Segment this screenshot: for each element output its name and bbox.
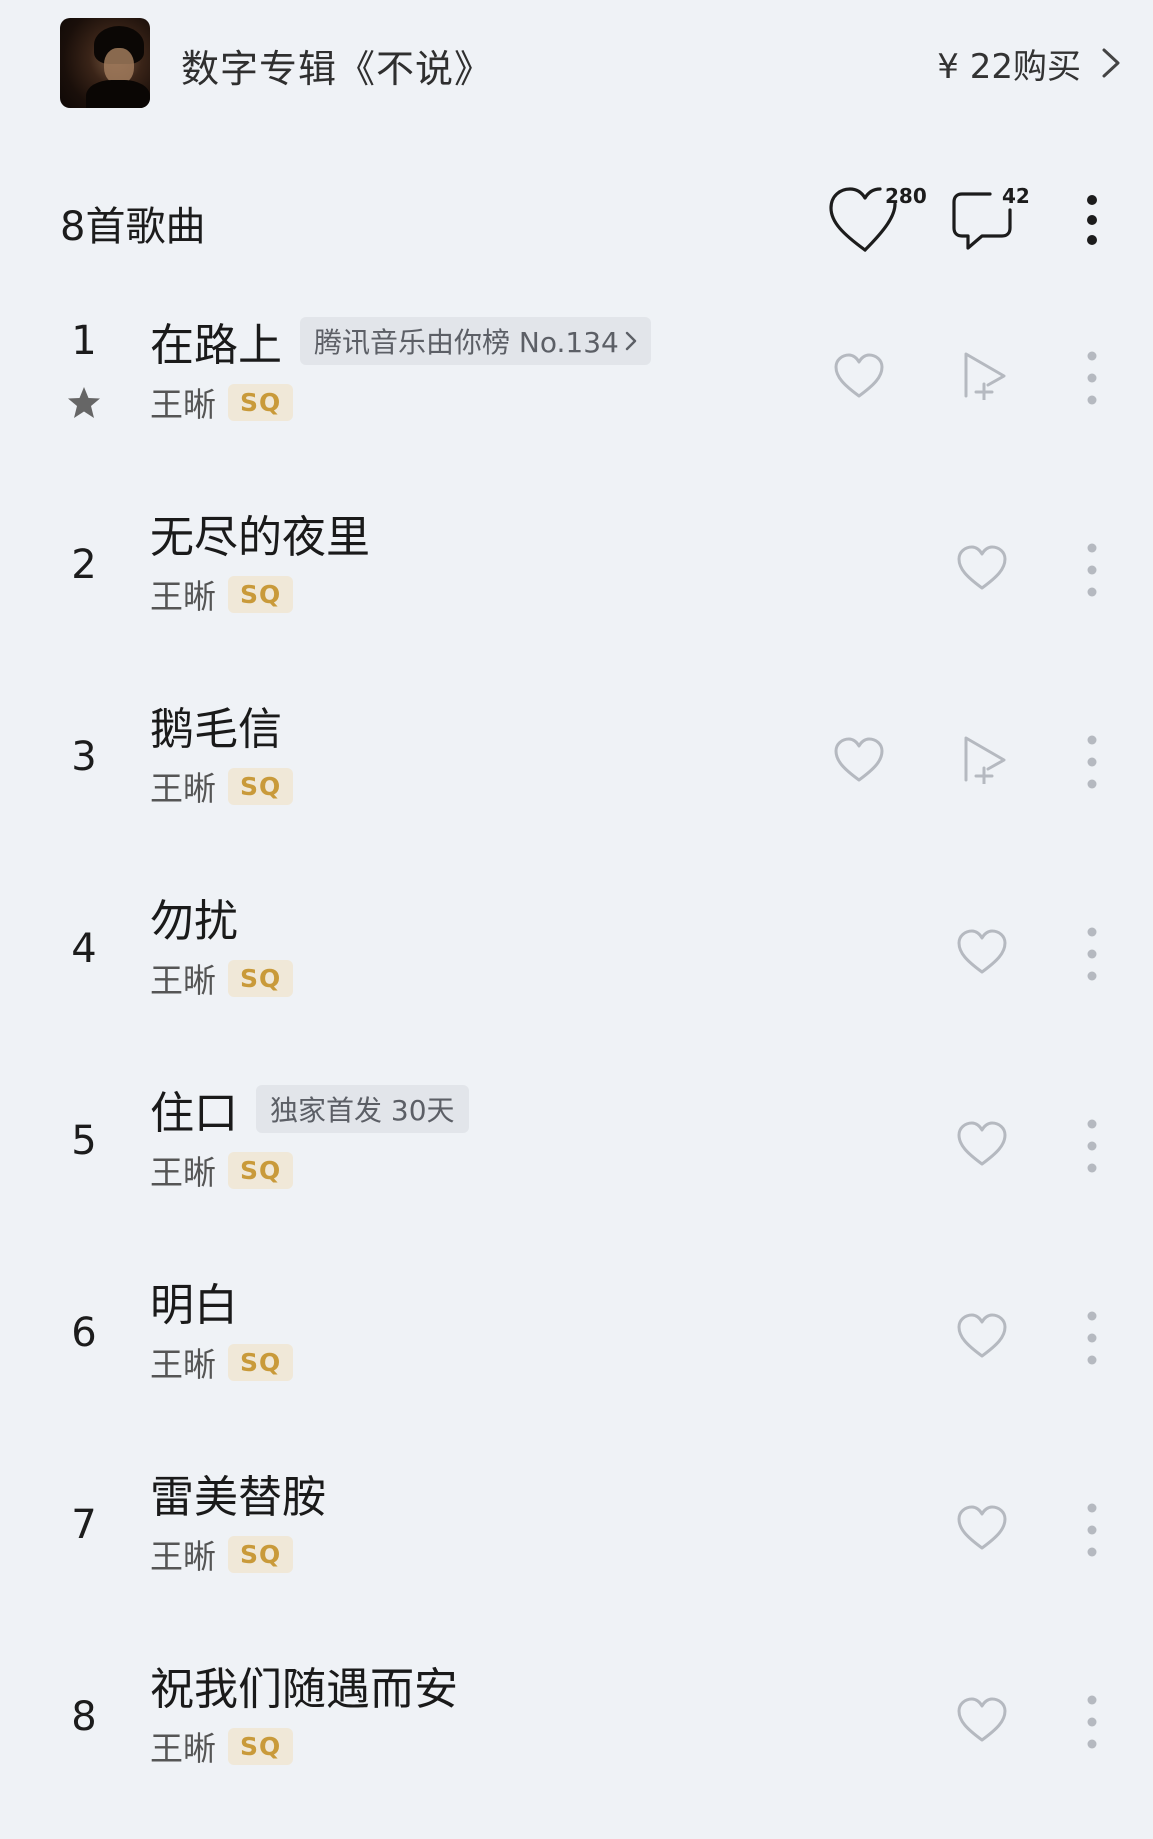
artist-name[interactable]: 王晰 bbox=[150, 378, 216, 426]
more-vertical-icon bbox=[1087, 1119, 1097, 1173]
heart-icon bbox=[834, 353, 884, 398]
like-song-button[interactable] bbox=[955, 1504, 1009, 1552]
song-count: 8首歌曲 bbox=[60, 204, 206, 250]
cover-figure-face bbox=[104, 48, 134, 84]
heart-icon bbox=[957, 545, 1007, 590]
sq-quality-badge: SQ bbox=[228, 1727, 294, 1765]
comments-button[interactable]: 42 bbox=[950, 184, 1030, 256]
sq-quality-badge: SQ bbox=[228, 1535, 294, 1573]
track-number: 4 bbox=[71, 926, 97, 972]
more-vertical-icon bbox=[1087, 1695, 1097, 1749]
track-number: 5 bbox=[71, 1118, 97, 1164]
song-more-options-button[interactable] bbox=[1082, 1694, 1102, 1750]
sq-quality-badge: SQ bbox=[228, 1343, 294, 1381]
song-row[interactable]: 1 在路上 腾讯音乐由你榜 No.134 王晰 SQ bbox=[0, 300, 1153, 460]
heart-icon bbox=[957, 1121, 1007, 1166]
track-number: 7 bbox=[71, 1502, 97, 1548]
song-tag-label: 独家首发 30天 bbox=[270, 1094, 455, 1127]
favorites-count: 280 bbox=[885, 184, 927, 208]
sq-quality-badge: SQ bbox=[228, 575, 294, 613]
more-vertical-icon bbox=[1087, 543, 1097, 597]
sq-quality-badge: SQ bbox=[228, 383, 294, 421]
more-vertical-icon bbox=[1087, 735, 1097, 789]
song-title: 勿扰 bbox=[150, 896, 238, 947]
like-song-button[interactable] bbox=[955, 1312, 1009, 1360]
song-list-header: 8首歌曲 280 42 bbox=[0, 180, 1153, 260]
artist-name[interactable]: 王晰 bbox=[150, 762, 216, 810]
heart-icon bbox=[834, 737, 884, 782]
cover-figure-body bbox=[86, 80, 150, 108]
song-row[interactable]: 8 祝我们随遇而安 王晰 SQ bbox=[0, 1644, 1153, 1804]
song-row[interactable]: 4 勿扰王晰 SQ bbox=[0, 876, 1153, 1036]
song-title: 住口 bbox=[150, 1088, 238, 1139]
chevron-right-icon bbox=[1102, 48, 1120, 78]
artist-name[interactable]: 王晰 bbox=[150, 570, 216, 618]
song-more-options-button[interactable] bbox=[1082, 1310, 1102, 1366]
more-vertical-icon bbox=[1087, 1503, 1097, 1557]
more-vertical-icon bbox=[1087, 351, 1097, 405]
track-number: 1 bbox=[71, 318, 97, 364]
song-more-options-button[interactable] bbox=[1082, 1502, 1102, 1558]
song-row[interactable]: 3 鹅毛信王晰 SQ bbox=[0, 684, 1153, 844]
more-vertical-icon bbox=[1087, 927, 1097, 981]
favorite-album-button[interactable]: 280 bbox=[825, 184, 927, 256]
song-row[interactable]: 5 住口 独家首发 30天王晰 SQ bbox=[0, 1068, 1153, 1228]
like-song-button[interactable] bbox=[955, 1696, 1009, 1744]
sq-quality-badge: SQ bbox=[228, 959, 294, 997]
buy-price-label: ¥ 22购买 bbox=[937, 46, 1081, 87]
more-vertical-icon bbox=[1087, 195, 1097, 245]
song-title: 鹅毛信 bbox=[150, 704, 282, 755]
album-header: 数字专辑《不说》 ¥ 22购买 bbox=[0, 0, 1153, 140]
star-icon bbox=[66, 385, 102, 421]
album-cover-image[interactable] bbox=[60, 18, 150, 108]
song-more-options-button[interactable] bbox=[1082, 1118, 1102, 1174]
song-tag[interactable]: 腾讯音乐由你榜 No.134 bbox=[300, 317, 651, 365]
song-row[interactable]: 6 明白王晰 SQ bbox=[0, 1260, 1153, 1420]
heart-icon bbox=[957, 1505, 1007, 1550]
song-more-options-button[interactable] bbox=[1082, 926, 1102, 982]
artist-name[interactable]: 王晰 bbox=[150, 1530, 216, 1578]
heart-icon bbox=[957, 1313, 1007, 1358]
like-song-button[interactable] bbox=[832, 736, 886, 784]
more-options-button[interactable] bbox=[1078, 192, 1106, 252]
song-title: 明白 bbox=[150, 1280, 238, 1331]
like-song-button[interactable] bbox=[955, 928, 1009, 976]
artist-name[interactable]: 王晰 bbox=[150, 1338, 216, 1386]
song-tag-label: 腾讯音乐由你榜 No.134 bbox=[314, 326, 619, 359]
buy-button[interactable]: ¥ 22购买 bbox=[937, 38, 1123, 88]
song-title: 无尽的夜里 bbox=[150, 512, 370, 563]
add-to-playlist-button[interactable] bbox=[958, 348, 1010, 400]
heart-icon bbox=[957, 929, 1007, 974]
song-title: 祝我们随遇而安 bbox=[150, 1664, 458, 1715]
like-song-button[interactable] bbox=[955, 1120, 1009, 1168]
add-to-playlist-icon bbox=[964, 736, 1006, 784]
song-title: 在路上 bbox=[150, 320, 282, 371]
track-number: 6 bbox=[71, 1310, 97, 1356]
song-row[interactable]: 7 雷美替胺王晰 SQ bbox=[0, 1452, 1153, 1612]
song-tag: 独家首发 30天 bbox=[256, 1085, 469, 1133]
add-to-playlist-button[interactable] bbox=[958, 732, 1010, 784]
more-vertical-icon bbox=[1087, 1311, 1097, 1365]
song-title: 雷美替胺 bbox=[150, 1472, 326, 1523]
add-to-playlist-icon bbox=[964, 352, 1006, 400]
album-title[interactable]: 数字专辑《不说》 bbox=[181, 38, 493, 93]
song-more-options-button[interactable] bbox=[1082, 350, 1102, 406]
sq-quality-badge: SQ bbox=[228, 767, 294, 805]
comments-count: 42 bbox=[1002, 184, 1030, 208]
heart-icon bbox=[957, 1697, 1007, 1742]
song-more-options-button[interactable] bbox=[1082, 734, 1102, 790]
track-number: 2 bbox=[71, 542, 97, 588]
artist-name[interactable]: 王晰 bbox=[150, 954, 216, 1002]
artist-name[interactable]: 王晰 bbox=[150, 1146, 216, 1194]
sq-quality-badge: SQ bbox=[228, 1151, 294, 1189]
track-number: 8 bbox=[71, 1694, 97, 1740]
chevron-right-icon bbox=[625, 331, 637, 351]
like-song-button[interactable] bbox=[832, 352, 886, 400]
like-song-button[interactable] bbox=[955, 544, 1009, 592]
artist-name[interactable]: 王晰 bbox=[150, 1722, 216, 1770]
song-row[interactable]: 2 无尽的夜里王晰 SQ bbox=[0, 492, 1153, 652]
track-number: 3 bbox=[71, 734, 97, 780]
song-more-options-button[interactable] bbox=[1082, 542, 1102, 598]
